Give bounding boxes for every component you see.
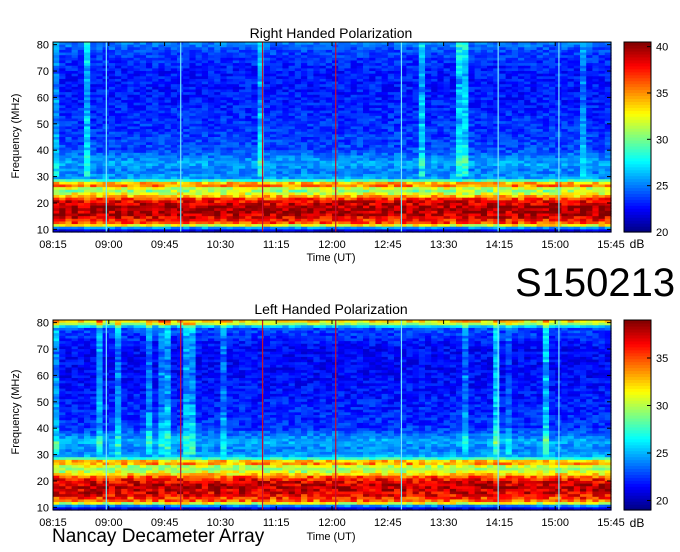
x-axis-label: Time (UT) xyxy=(306,252,355,264)
spectrogram-group xyxy=(53,42,612,233)
y-axis-label: Frequency (MHz) xyxy=(10,94,22,179)
right-polarization-panel: Right Handed Polarization Frequency (MHz… xyxy=(10,25,668,264)
chart-title: Right Handed Polarization xyxy=(250,25,413,41)
colorbar-label: dB xyxy=(630,237,645,251)
